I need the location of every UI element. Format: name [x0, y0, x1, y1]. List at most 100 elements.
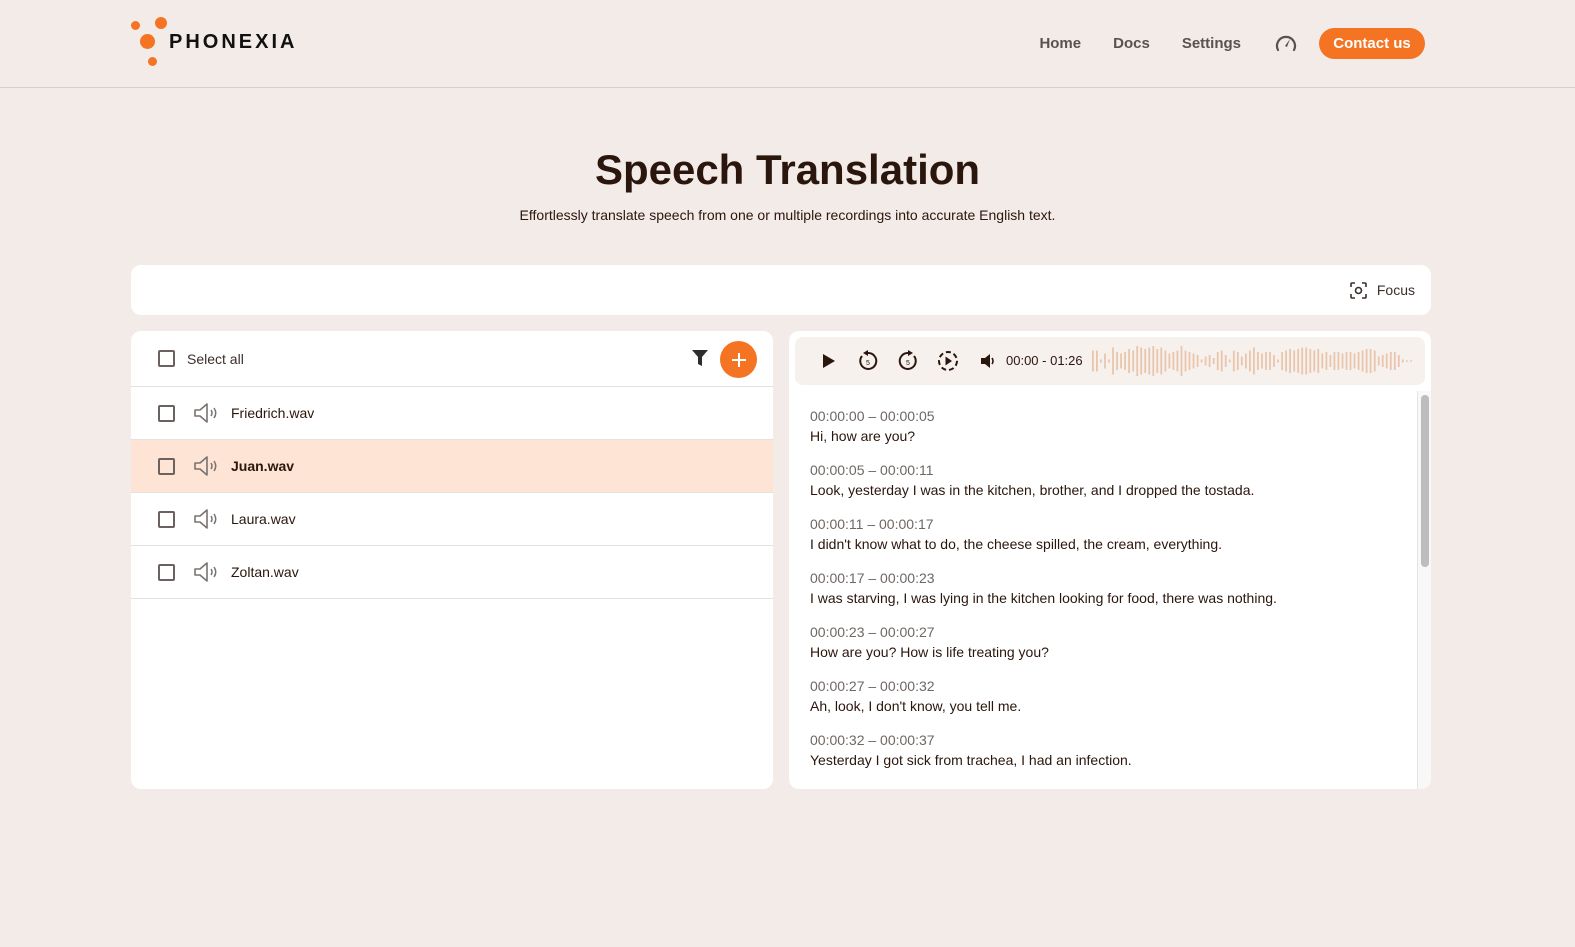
nav-home-link[interactable]: Home: [1039, 35, 1081, 52]
waveform-bar: [1397, 355, 1400, 367]
nav-settings-link[interactable]: Settings: [1182, 35, 1241, 52]
waveform-bar: [1180, 346, 1183, 376]
transcript-panel: 5 5 00:00 - 01:26 00:00:00 – 00:00:05Hi: [789, 331, 1431, 789]
file-checkbox[interactable]: [158, 510, 175, 528]
waveform-bar: [1345, 352, 1348, 370]
add-file-button[interactable]: [720, 341, 757, 378]
page-subtitle: Effortlessly translate speech from one o…: [519, 207, 1056, 223]
file-list-panel: Select all Friedrich.wav Juan.wav Laura.wa…: [131, 331, 773, 789]
waveform-bar: [1184, 350, 1187, 372]
focus-icon: [1350, 281, 1367, 299]
waveform-bar: [1265, 352, 1267, 370]
waveform-bar: [1092, 350, 1094, 372]
file-list-header: Select all: [131, 331, 773, 387]
file-row[interactable]: Zoltan.wav: [131, 546, 773, 599]
scrollbar-thumb[interactable]: [1421, 395, 1429, 567]
transcript-segment[interactable]: 00:00:23 – 00:00:27 How are you? How is l…: [810, 623, 1413, 662]
transcript-segment[interactable]: 00:00:11 – 00:00:17 I didn't know what to…: [810, 515, 1413, 554]
logo-dot: [155, 17, 167, 29]
waveform-bar: [1385, 353, 1388, 369]
waveform-bar: [1245, 353, 1247, 369]
play-icon: [823, 354, 835, 368]
play-button[interactable]: [817, 349, 841, 373]
waveform-bar: [1369, 349, 1372, 373]
phonexia-logo[interactable]: PHONEXIA: [128, 15, 308, 69]
select-all-label[interactable]: Select all: [187, 351, 244, 367]
waveform-bar: [1220, 350, 1223, 372]
segment-timestamp: 00:00:27 – 00:00:32: [810, 678, 935, 694]
waveform-bar: [1200, 359, 1203, 363]
contact-us-button[interactable]: Contact us: [1319, 27, 1425, 59]
logo-dot: [131, 21, 140, 30]
waveform-bar: [1124, 352, 1126, 370]
waveform-bar: [1410, 360, 1412, 362]
waveform-bar: [1381, 355, 1384, 367]
waveform-bar: [1160, 347, 1163, 375]
select-all-checkbox[interactable]: [158, 350, 175, 367]
file-row[interactable]: Laura.wav: [131, 493, 773, 546]
waveform-bar: [1269, 352, 1271, 370]
transcript-segment[interactable]: 00:00:27 – 00:00:32 Ah, look, I don't kno…: [810, 677, 1413, 716]
waveform-bar: [1293, 350, 1296, 372]
svg-text:5: 5: [866, 360, 870, 367]
nav-docs-link[interactable]: Docs: [1113, 35, 1150, 52]
waveform-bar: [1353, 353, 1356, 369]
svg-text:5: 5: [906, 360, 910, 367]
gauge-icon[interactable]: [1273, 30, 1299, 56]
waveform-bar: [1305, 347, 1308, 375]
file-name: Laura.wav: [231, 511, 296, 527]
waveform-bar: [1100, 359, 1102, 363]
transcript-list: 00:00:00 – 00:00:05 Hi, how are you? 00:00…: [789, 391, 1413, 789]
waveform-bar: [1140, 347, 1143, 375]
waveform-bar: [1361, 350, 1364, 372]
waveform-bar: [1236, 352, 1239, 370]
waveform-bar: [1228, 359, 1231, 363]
forward-5-button[interactable]: 5: [896, 349, 920, 373]
segment-timestamp: 00:00:17 – 00:00:23: [810, 570, 935, 586]
file-checkbox[interactable]: [158, 404, 175, 422]
file-checkbox[interactable]: [158, 457, 175, 475]
file-row[interactable]: Friedrich.wav: [131, 387, 773, 440]
waveform-bar: [1317, 349, 1320, 373]
filter-icon[interactable]: [691, 349, 709, 372]
waveform-bar: [1240, 356, 1243, 366]
waveform-bar: [1249, 350, 1251, 372]
waveform-bar: [1365, 349, 1368, 373]
file-checkbox[interactable]: [158, 563, 175, 581]
waveform-bar: [1208, 355, 1211, 367]
transcript-segment[interactable]: 00:00:17 – 00:00:23 I was starving, I was…: [810, 569, 1413, 608]
waveform[interactable]: [1092, 343, 1414, 379]
volume-button[interactable]: [976, 349, 1000, 373]
waveform-bar: [1257, 352, 1259, 370]
waveform-bar: [1224, 355, 1227, 367]
waveform-bar: [1321, 353, 1324, 369]
rewind-5-button[interactable]: 5: [856, 349, 880, 373]
waveform-bar: [1204, 356, 1207, 366]
focus-label: Focus: [1376, 282, 1415, 298]
logo-dot: [140, 34, 155, 49]
logo-dot: [148, 57, 157, 66]
time-readout: 00:00 - 01:26: [1006, 353, 1083, 368]
speaker-icon: [194, 509, 217, 529]
waveform-bar: [1277, 359, 1279, 363]
segment-timestamp: 00:00:11 – 00:00:17: [810, 516, 934, 532]
segment-text: How are you? How is life treating you?: [810, 644, 1049, 660]
transcript-segment[interactable]: 00:00:05 – 00:00:11 Look, yesterday I was…: [810, 461, 1413, 500]
waveform-bar: [1349, 352, 1352, 370]
waveform-bar: [1309, 349, 1312, 373]
transcript-segment[interactable]: 00:00:32 – 00:00:37 Yesterday I got sick …: [810, 731, 1413, 770]
rewind-5-icon: 5: [859, 350, 878, 370]
speaker-icon: [194, 403, 217, 423]
play-segment-button[interactable]: [936, 349, 960, 373]
speaker-icon: [194, 456, 217, 476]
focus-button[interactable]: Focus: [1350, 265, 1415, 315]
waveform-bar: [1156, 349, 1159, 373]
waveform-bar: [1341, 353, 1344, 369]
waveform-bar: [1172, 352, 1175, 370]
waveform-bar: [1168, 353, 1171, 369]
transcript-segment[interactable]: 00:00:00 – 00:00:05 Hi, how are you?: [810, 407, 1413, 446]
segment-text: Yesterday I got sick from trachea, I had…: [810, 752, 1132, 768]
waveform-bar: [1297, 349, 1300, 373]
transcript-scrollbar[interactable]: [1417, 391, 1431, 789]
file-row[interactable]: Juan.wav: [131, 440, 773, 493]
